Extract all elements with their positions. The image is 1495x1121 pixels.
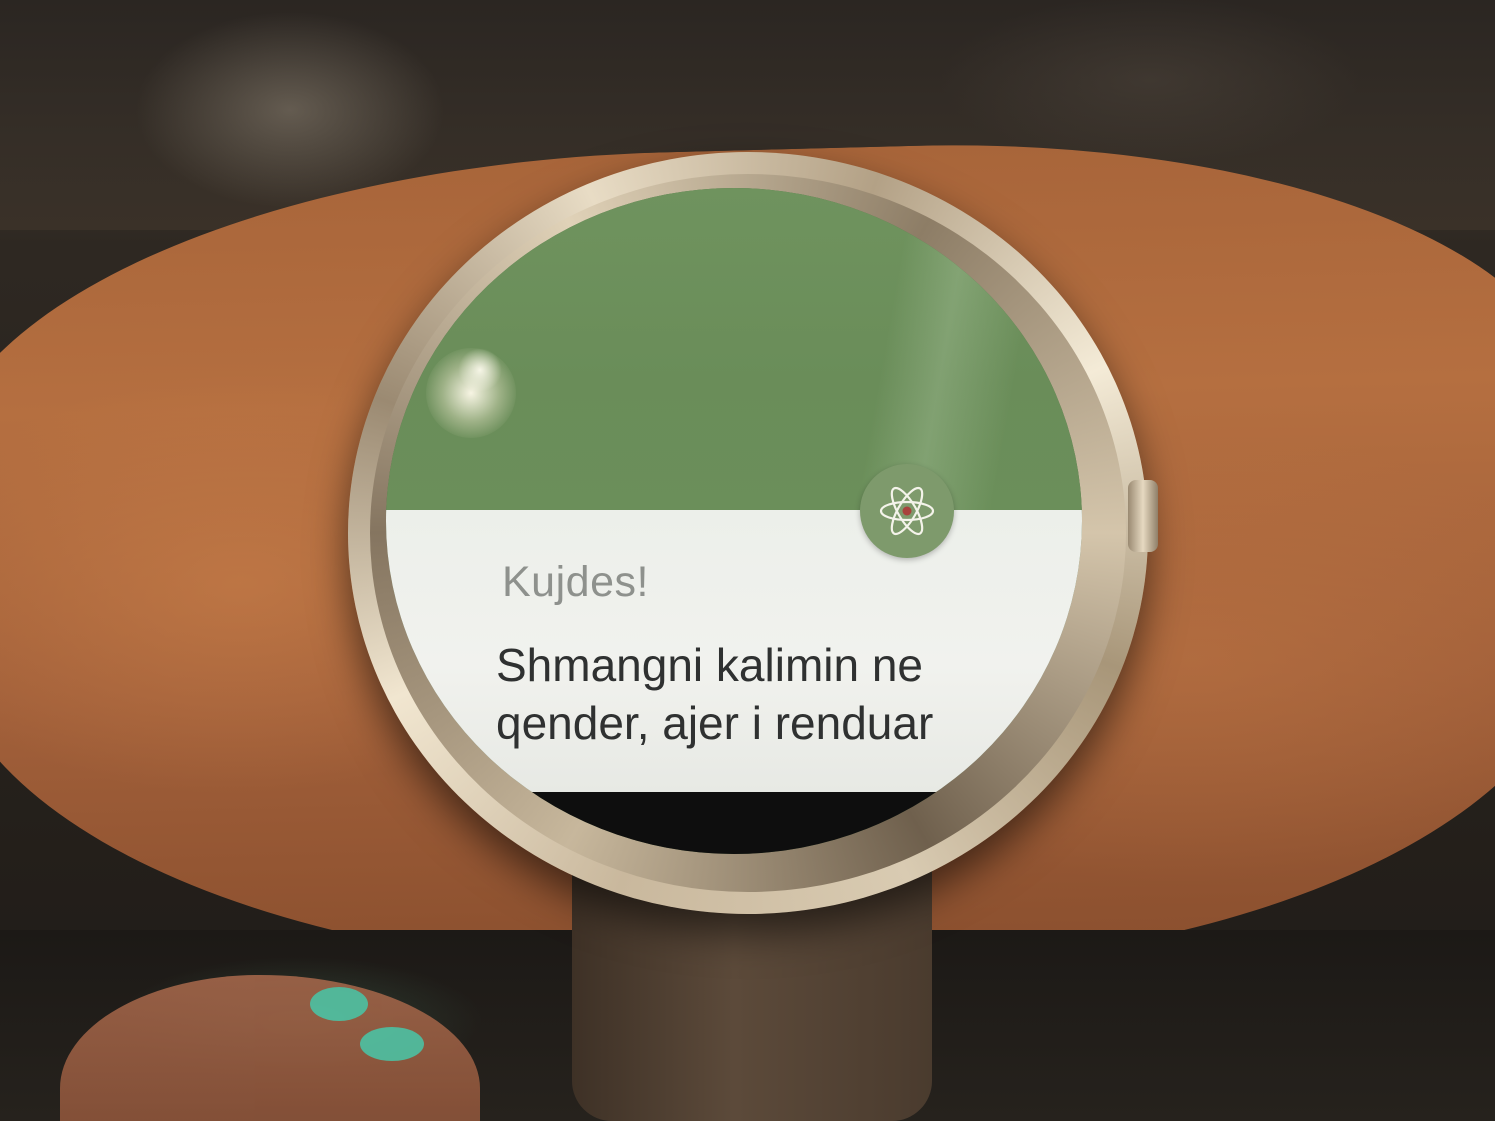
screen-bottom-bar xyxy=(386,792,1082,854)
notification-message: Shmangni kalimin ne qender, ajer i rendu… xyxy=(496,639,934,749)
watch-crown-button[interactable] xyxy=(1128,480,1158,552)
notification-title: Kujdes! xyxy=(502,558,649,606)
fingernail xyxy=(310,987,368,1021)
notification-app-icon xyxy=(860,464,954,558)
fingernail xyxy=(360,1027,424,1061)
light-reflection xyxy=(458,348,502,392)
atom-icon xyxy=(879,486,935,536)
photo-scene: Kujdes! Shmangni kalimin ne qender, ajer… xyxy=(0,0,1495,1121)
notification-card[interactable]: Kujdes! Shmangni kalimin ne qender, ajer… xyxy=(386,510,1082,792)
watch-screen: Kujdes! Shmangni kalimin ne qender, ajer… xyxy=(386,188,1082,854)
notification-header-background xyxy=(386,188,1082,510)
